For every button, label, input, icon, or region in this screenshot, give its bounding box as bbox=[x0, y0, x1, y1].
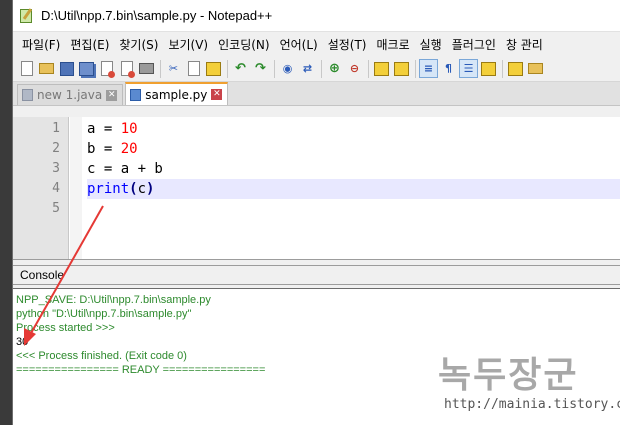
save-all-icon[interactable] bbox=[77, 59, 96, 78]
menu-settings[interactable]: 설정(T) bbox=[323, 36, 372, 53]
toolbar-separator bbox=[415, 59, 416, 78]
line-number: 2 bbox=[52, 141, 60, 156]
menu-encoding[interactable]: 인코딩(N) bbox=[213, 36, 274, 53]
console-panel-title: Console bbox=[13, 265, 620, 285]
close-tab-icon[interactable]: ✕ bbox=[106, 89, 118, 101]
line-number: 3 bbox=[52, 161, 60, 176]
menu-plugins[interactable]: 플러그인 bbox=[447, 36, 501, 53]
zoom-in-icon[interactable]: ⊕ bbox=[325, 59, 344, 78]
code-paren: ) bbox=[146, 181, 155, 197]
document-map-icon[interactable] bbox=[479, 59, 498, 78]
console-line: ================ READY ================ bbox=[16, 364, 266, 376]
menu-macro[interactable]: 매크로 bbox=[372, 36, 415, 53]
close-tab-icon[interactable]: ✕ bbox=[211, 89, 223, 100]
menu-edit[interactable]: 편집(E) bbox=[65, 36, 114, 53]
background-window-strip bbox=[0, 0, 12, 425]
function-list-icon[interactable] bbox=[506, 59, 525, 78]
code-line: b = 20 bbox=[87, 139, 620, 159]
code-token: = bbox=[95, 141, 121, 157]
tab-new-1-java[interactable]: new 1.java ✕ bbox=[17, 84, 124, 105]
redo-icon[interactable]: ↷ bbox=[251, 59, 270, 78]
toolbar-separator bbox=[227, 59, 228, 78]
print-icon[interactable] bbox=[137, 59, 156, 78]
console-line: 30 bbox=[16, 336, 29, 348]
tab-bar: new 1.java ✕ sample.py ✕ bbox=[13, 82, 620, 106]
code-token: = bbox=[95, 121, 121, 137]
window-title: D:\Util\npp.7.bin\sample.py - Notepad++ bbox=[41, 8, 273, 23]
find-icon[interactable]: ◉ bbox=[278, 59, 297, 78]
file-icon bbox=[22, 89, 33, 101]
toolbar-separator bbox=[274, 59, 275, 78]
tab-label: sample.py bbox=[145, 87, 208, 102]
toolbar-separator bbox=[368, 59, 369, 78]
cut-icon[interactable]: ✂ bbox=[164, 59, 183, 78]
tab-sample-py[interactable]: sample.py ✕ bbox=[125, 82, 229, 105]
console-line: python "D:\Util\npp.7.bin\sample.py" bbox=[16, 308, 192, 320]
replace-icon[interactable]: ⇄ bbox=[298, 59, 317, 78]
file-icon bbox=[130, 88, 142, 101]
zoom-out-icon[interactable]: ⊖ bbox=[345, 59, 364, 78]
line-number-gutter: 1 2 3 4 5 bbox=[13, 117, 69, 259]
tab-label: new 1.java bbox=[37, 88, 103, 102]
sync-horizontal-icon[interactable] bbox=[392, 59, 411, 78]
close-all-icon[interactable] bbox=[117, 59, 136, 78]
line-number: 4 bbox=[52, 181, 60, 196]
new-file-icon[interactable] bbox=[17, 59, 36, 78]
code-number: 10 bbox=[120, 121, 138, 137]
fold-margin bbox=[70, 117, 82, 259]
folder-workspace-icon[interactable] bbox=[526, 59, 545, 78]
show-all-chars-icon[interactable]: ¶ bbox=[439, 59, 458, 78]
indent-guide-icon[interactable]: ☰ bbox=[459, 59, 478, 78]
toolbar-separator bbox=[321, 59, 322, 78]
paste-icon[interactable] bbox=[204, 59, 223, 78]
code-paren: ( bbox=[129, 181, 138, 197]
code-line: a = 10 bbox=[87, 119, 620, 139]
console-line: NPP_SAVE: D:\Util\npp.7.bin\sample.py bbox=[16, 294, 211, 306]
toolbar: ✂ ↶ ↷ ◉ ⇄ ⊕ ⊖ ≡ ¶ ☰ bbox=[13, 56, 620, 82]
line-number: 1 bbox=[52, 121, 60, 136]
code-token: c bbox=[137, 181, 147, 197]
copy-icon[interactable] bbox=[184, 59, 203, 78]
undo-icon[interactable]: ↶ bbox=[231, 59, 250, 78]
menu-file[interactable]: 파일(F) bbox=[17, 36, 65, 53]
code-number: 20 bbox=[120, 141, 138, 157]
title-bar: D:\Util\npp.7.bin\sample.py - Notepad++ bbox=[13, 0, 620, 32]
code-editor[interactable]: 1 2 3 4 5 a = 10 b = 20 c = a + b print(… bbox=[13, 117, 620, 260]
watermark-title: 녹두장군 bbox=[438, 355, 579, 396]
console-line: <<< Process finished. (Exit code 0) bbox=[16, 350, 187, 362]
console-line: Process started >>> bbox=[16, 322, 115, 334]
watermark-url: http://mainia.tistory.com bbox=[444, 397, 620, 412]
menu-run[interactable]: 실행 bbox=[415, 36, 447, 53]
toolbar-separator bbox=[160, 59, 161, 78]
menu-language[interactable]: 언어(L) bbox=[275, 36, 323, 53]
word-wrap-icon[interactable]: ≡ bbox=[419, 59, 438, 78]
menu-search[interactable]: 찾기(S) bbox=[114, 36, 163, 53]
menu-view[interactable]: 보기(V) bbox=[163, 36, 213, 53]
menu-window[interactable]: 창 관리 bbox=[501, 36, 548, 53]
open-folder-icon[interactable] bbox=[37, 59, 56, 78]
code-line: c = a + b bbox=[87, 161, 163, 177]
menu-bar: 파일(F) 편집(E) 찾기(S) 보기(V) 인코딩(N) 언어(L) 설정(… bbox=[13, 32, 620, 56]
code-line-current: print(c) bbox=[87, 179, 620, 199]
line-number: 5 bbox=[52, 201, 60, 216]
close-icon[interactable] bbox=[97, 59, 116, 78]
save-icon[interactable] bbox=[57, 59, 76, 78]
toolbar-separator bbox=[502, 59, 503, 78]
sync-vertical-icon[interactable] bbox=[372, 59, 391, 78]
code-keyword: print bbox=[87, 181, 130, 197]
notepad-plus-plus-icon bbox=[19, 7, 35, 24]
